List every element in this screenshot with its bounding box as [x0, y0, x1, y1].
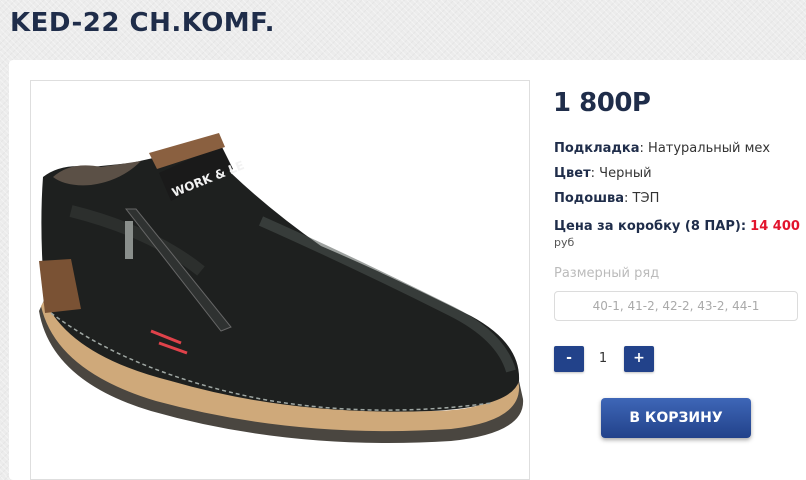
add-to-cart-button[interactable]: В КОРЗИНУ: [601, 398, 751, 438]
attribute-sole: Подошва: ТЭП: [554, 191, 659, 206]
box-price: Цена за коробку (8 ПАР): 14 400: [554, 219, 800, 234]
attribute-name: Подошва: [554, 191, 625, 206]
attribute-lining: Подкладка: Натуральный мех: [554, 141, 770, 156]
product-image[interactable]: WORK & LE: [30, 80, 530, 480]
product-price: 1 800Р: [553, 88, 651, 118]
shoe-illustration: WORK & LE: [39, 133, 524, 443]
attribute-name: Подкладка: [554, 141, 640, 156]
size-range-field[interactable]: 40-1, 41-2, 42-2, 43-2, 44-1: [554, 291, 798, 321]
box-price-value: 14 400: [750, 219, 800, 234]
attribute-color: Цвет: Черный: [554, 166, 652, 181]
box-price-label: Цена за коробку (8 ПАР):: [554, 219, 747, 234]
quantity-increase-button[interactable]: +: [624, 346, 654, 372]
size-range-label: Размерный ряд: [554, 266, 660, 281]
box-price-unit: руб: [554, 236, 575, 249]
attribute-value: : ТЭП: [624, 191, 660, 206]
attribute-value: : Черный: [590, 166, 652, 181]
attribute-name: Цвет: [554, 166, 591, 181]
page-title: KED-22 CH.KOMF.: [10, 8, 275, 38]
attribute-value: : Натуральный мех: [639, 141, 771, 156]
zipper-pull-icon: [125, 221, 133, 259]
quantity-input[interactable]: 1: [591, 346, 615, 372]
quantity-decrease-button[interactable]: -: [554, 346, 584, 372]
